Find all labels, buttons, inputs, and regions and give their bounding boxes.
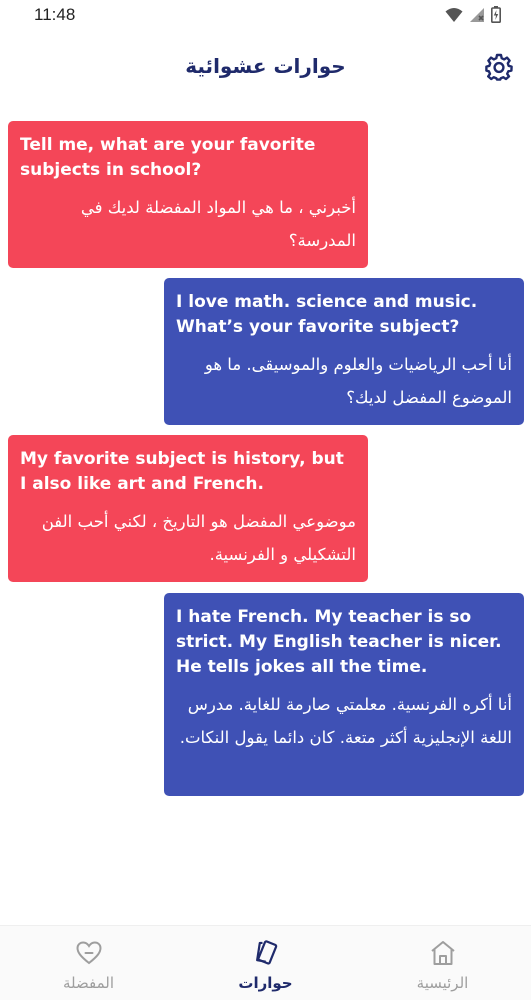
message-english: Tell me, what are your favorite subjects… — [20, 135, 316, 180]
nav-item-home[interactable]: الرئيسية — [354, 926, 531, 1000]
message-bubble[interactable]: Tell me, what are your favorite subjects… — [8, 121, 368, 268]
message-english: I love math. science and music. What’s y… — [176, 292, 478, 337]
nav-item-conversations[interactable]: حوارات — [177, 926, 354, 1000]
message-arabic: موضوعي المفضل هو التاريخ ، لكني أحب الفن… — [41, 512, 356, 564]
message-bubble[interactable]: My favorite subject is history, but I al… — [8, 435, 368, 582]
nav-label: المفضلة — [62, 974, 114, 992]
nav-label: الرئيسية — [416, 974, 469, 992]
message-english: I hate French. My teacher is so strict. … — [176, 607, 502, 677]
heart-icon — [74, 938, 104, 968]
nav-item-favorites[interactable]: المفضلة — [0, 926, 177, 1000]
nav-label: حوارات — [238, 974, 293, 992]
message-bubble[interactable]: I love math. science and music. What’s y… — [164, 278, 524, 425]
app-screen: 11:48 حوارات عشوائية Tell me, what are y… — [0, 0, 531, 1000]
message-bubble[interactable]: I hate French. My teacher is so strict. … — [164, 593, 524, 796]
cards-icon — [251, 938, 281, 968]
message-arabic: أخبرني ، ما هي المواد المفضلة لديك في ال… — [80, 198, 356, 250]
conversation-list: Tell me, what are your favorite subjects… — [0, 0, 531, 1000]
home-icon — [428, 938, 458, 968]
message-english: My favorite subject is history, but I al… — [20, 449, 344, 494]
message-arabic: أنا أحب الرياضيات والعلوم والموسيقى. ما … — [204, 355, 512, 407]
bottom-navigation: المفضلة حوارات الرئيسية — [0, 925, 531, 1000]
message-arabic: أنا أكره الفرنسية. معلمتي صارمة للغاية. … — [179, 695, 512, 747]
